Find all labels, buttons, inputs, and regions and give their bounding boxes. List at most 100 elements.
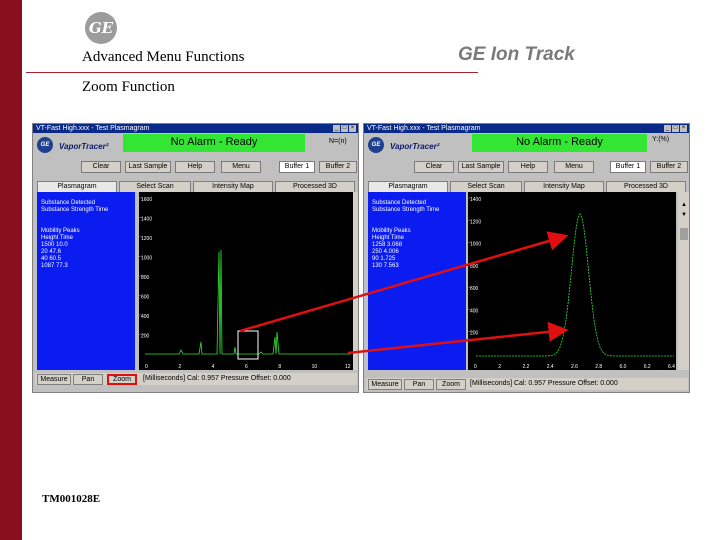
title-rule bbox=[26, 72, 478, 73]
right-tab-plasmagram[interactable]: Plasmagram bbox=[368, 181, 448, 192]
x-tick-label: 0 bbox=[474, 364, 477, 370]
x-tick-label: 6.2 bbox=[644, 364, 651, 370]
panel-line bbox=[372, 221, 462, 228]
left-corner-label: N=(n) bbox=[329, 138, 347, 145]
right-window-titlebar[interactable]: VT-Fast High.xxx - Test Plasmagram bbox=[364, 124, 689, 133]
left-buffer1-button[interactable]: Buffer 1 bbox=[279, 161, 315, 173]
left-tab-select-scan[interactable]: Select Scan bbox=[119, 181, 191, 192]
panel-line: 40 60.5 bbox=[41, 256, 62, 262]
x-tick-label: 0 bbox=[145, 364, 148, 370]
x-tick-label: 6.4 bbox=[668, 364, 675, 370]
right-plasmagram-trace bbox=[476, 213, 674, 357]
minimize-icon[interactable]: _ bbox=[333, 125, 340, 132]
scroll-up-icon[interactable]: ▲ bbox=[679, 202, 689, 210]
slide-subtitle: Zoom Function bbox=[82, 79, 175, 95]
brand-wordmark: GE Ion Track bbox=[458, 44, 575, 65]
right-tab-select-scan[interactable]: Select Scan bbox=[450, 181, 522, 192]
left-buffer2-button[interactable]: Buffer 2 bbox=[319, 161, 357, 173]
close-icon[interactable]: × bbox=[680, 125, 687, 132]
scroll-down-icon[interactable]: ▼ bbox=[679, 212, 689, 220]
panel-line bbox=[41, 221, 131, 228]
panel-line: 20 47.6 bbox=[41, 249, 62, 255]
left-status-banner: No Alarm - Ready bbox=[123, 134, 305, 152]
panel-line: 1087 77.3 bbox=[41, 263, 68, 269]
right-clear-button[interactable]: Clear bbox=[414, 161, 454, 173]
x-tick-label: 8 bbox=[278, 364, 281, 370]
panel-line: Substance Detected bbox=[372, 200, 427, 206]
slide-title: Advanced Menu Functions bbox=[82, 49, 245, 65]
right-plasmagram-plot[interactable]: 1400120010008006004002000 2 2.2 2.4 2.6 2.8 6.… bbox=[468, 192, 676, 370]
x-tick-label: 2.2 bbox=[523, 364, 530, 370]
right-bottom-bar: Measure Pan Zoom [Milliseconds] Cal: 0.9… bbox=[366, 378, 688, 390]
panel-line: 1258 3.068 bbox=[372, 242, 403, 248]
left-tab-intensity-map[interactable]: Intensity Map bbox=[193, 181, 273, 192]
slider-thumb[interactable] bbox=[680, 228, 688, 240]
left-last-sample-button[interactable]: Last Sample bbox=[125, 161, 171, 173]
right-measure-button[interactable]: Measure bbox=[368, 379, 402, 390]
panel-line: 90 1.725 bbox=[372, 256, 396, 262]
right-pan-button[interactable]: Pan bbox=[404, 379, 434, 390]
left-zoom-button[interactable]: Zoom bbox=[107, 374, 137, 385]
panel-line: 130 7.563 bbox=[372, 263, 399, 269]
panel-line: Mobility Peaks bbox=[41, 228, 80, 234]
left-tab-processed-3d[interactable]: Processed 3D bbox=[275, 181, 355, 192]
x-tick-label: 4 bbox=[212, 364, 215, 370]
panel-line bbox=[372, 214, 462, 221]
left-help-button[interactable]: Help bbox=[175, 161, 215, 173]
left-calibration-text: [Milliseconds] Cal: 0.957 Pressure Offse… bbox=[143, 375, 291, 382]
left-window-titlebar[interactable]: VT-Fast High.xxx - Test Plasmagram bbox=[33, 124, 358, 133]
left-plasmagram-plot[interactable]: 16001400120010008006004002000 2 4 6 8 10 12 bbox=[139, 192, 353, 370]
left-bottom-bar: Measure Pan Zoom [Milliseconds] Cal: 0.9… bbox=[35, 373, 357, 385]
minimize-icon[interactable]: _ bbox=[664, 125, 671, 132]
right-calibration-text: [Milliseconds] Cal: 0.957 Pressure Offse… bbox=[470, 380, 618, 387]
right-window-title: VT-Fast High.xxx - Test Plasmagram bbox=[367, 125, 481, 132]
panel-line: Mobility Peaks bbox=[372, 228, 411, 234]
maximize-icon[interactable]: □ bbox=[341, 125, 348, 132]
panel-line: Substance Strength Time bbox=[372, 207, 440, 213]
left-vaportracer-logo: VaporTracer² bbox=[59, 142, 109, 151]
panel-line: Substance Detected bbox=[41, 200, 96, 206]
left-measure-button[interactable]: Measure bbox=[37, 374, 71, 385]
left-window-title: VT-Fast High.xxx - Test Plasmagram bbox=[36, 125, 150, 132]
left-menu-button[interactable]: Menu bbox=[221, 161, 261, 173]
x-tick-label: 6 bbox=[245, 364, 248, 370]
maximize-icon[interactable]: □ bbox=[672, 125, 679, 132]
left-vertical-scrollbar[interactable] bbox=[353, 192, 358, 370]
x-tick-label: 12 bbox=[345, 364, 351, 370]
left-window-controls: _ □ × bbox=[333, 125, 356, 132]
left-pan-button[interactable]: Pan bbox=[73, 374, 103, 385]
panel-line: Height Time bbox=[372, 235, 405, 241]
panel-line: Height Time bbox=[41, 235, 74, 241]
right-corner-label: Y:(%) bbox=[652, 136, 670, 143]
left-tab-plasmagram[interactable]: Plasmagram bbox=[37, 181, 117, 192]
right-help-button[interactable]: Help bbox=[508, 161, 548, 173]
left-detection-panel: Substance Detected Substance Strength Tim… bbox=[37, 192, 135, 370]
right-window-controls: _ □ × bbox=[664, 125, 687, 132]
panel-line: 250 4.006 bbox=[372, 249, 399, 255]
x-tick-label: 2 bbox=[498, 364, 501, 370]
close-icon[interactable]: × bbox=[349, 125, 356, 132]
x-tick-label: 2.4 bbox=[547, 364, 554, 370]
ge-logo: GE bbox=[85, 12, 117, 44]
panel-line: 1500 10.0 bbox=[41, 242, 68, 248]
red-side-bar bbox=[0, 0, 22, 540]
right-zoom-button[interactable]: Zoom bbox=[436, 379, 466, 390]
right-tab-processed-3d[interactable]: Processed 3D bbox=[606, 181, 686, 192]
left-plasmagram-trace bbox=[145, 249, 351, 355]
right-tab-intensity-map[interactable]: Intensity Map bbox=[524, 181, 604, 192]
x-tick-label: 6.0 bbox=[620, 364, 627, 370]
x-tick-label: 2.8 bbox=[595, 364, 602, 370]
right-buffer1-button[interactable]: Buffer 1 bbox=[610, 161, 646, 173]
right-plasmagram-window: VT-Fast High.xxx - Test Plasmagram _ □ × G… bbox=[363, 123, 690, 393]
left-clear-button[interactable]: Clear bbox=[81, 161, 121, 173]
panel-line: Substance Strength Time bbox=[41, 207, 109, 213]
x-tick-label: 2 bbox=[178, 364, 181, 370]
right-vaportracer-logo: VaporTracer² bbox=[390, 142, 440, 151]
right-buffer2-button[interactable]: Buffer 2 bbox=[650, 161, 688, 173]
right-vertical-scrollbar[interactable]: ▲ ▼ bbox=[678, 192, 689, 370]
right-menu-button[interactable]: Menu bbox=[554, 161, 594, 173]
left-ge-icon: GE bbox=[37, 137, 53, 153]
x-tick-label: 2.6 bbox=[571, 364, 578, 370]
footer-code: TM001028E bbox=[42, 493, 101, 505]
right-last-sample-button[interactable]: Last Sample bbox=[458, 161, 504, 173]
